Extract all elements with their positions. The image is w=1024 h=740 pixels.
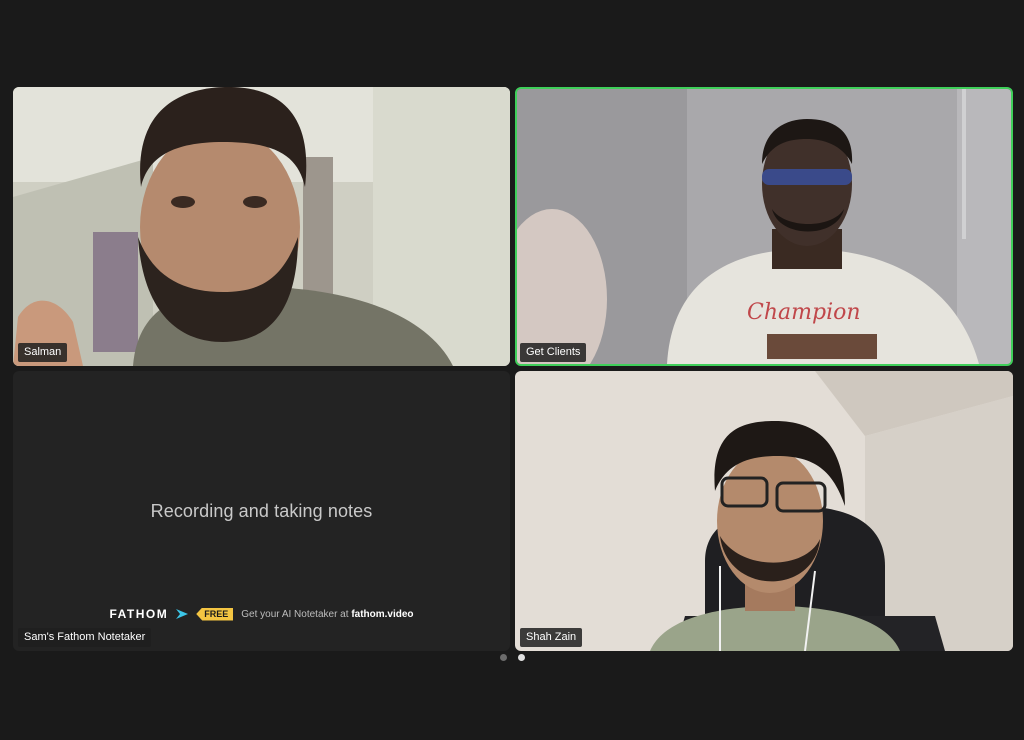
svg-text:Champion: Champion — [747, 300, 861, 325]
participant-name-tag: Sam's Fathom Notetaker — [18, 628, 152, 647]
participant-video — [515, 371, 1013, 651]
promo-link[interactable]: fathom.video — [351, 609, 413, 620]
page-dot-1[interactable] — [500, 654, 507, 661]
video-tile-shah-zain[interactable]: Shah Zain — [515, 371, 1013, 651]
video-tile-notetaker[interactable]: Recording and taking notes FATHOM FREE G… — [13, 371, 510, 651]
participant-name-tag: Shah Zain — [520, 628, 583, 647]
fathom-promo-row: FATHOM FREE Get your AI Notetaker at fat… — [13, 607, 510, 621]
gallery-pagination — [500, 654, 525, 661]
participant-name-tag: Get Clients — [520, 343, 587, 362]
fathom-logo: FATHOM — [109, 607, 169, 621]
recording-status-text: Recording and taking notes — [150, 501, 373, 521]
page-dot-2[interactable] — [518, 654, 525, 661]
participant-video — [13, 87, 510, 366]
video-tile-salman[interactable]: Salman — [13, 87, 510, 366]
video-tile-get-clients[interactable]: Champion Get Clients — [515, 87, 1013, 366]
free-badge: FREE — [196, 607, 234, 621]
participant-name-tag: Salman — [18, 343, 68, 362]
promo-text: Get your AI Notetaker at fathom.video — [241, 609, 413, 620]
meeting-stage: Salman Champion Get Clients Recording an… — [0, 0, 1024, 740]
fathom-arrow-icon — [176, 609, 189, 619]
promo-label: Get your AI Notetaker at — [241, 608, 349, 620]
participant-video: Champion — [517, 89, 1011, 364]
